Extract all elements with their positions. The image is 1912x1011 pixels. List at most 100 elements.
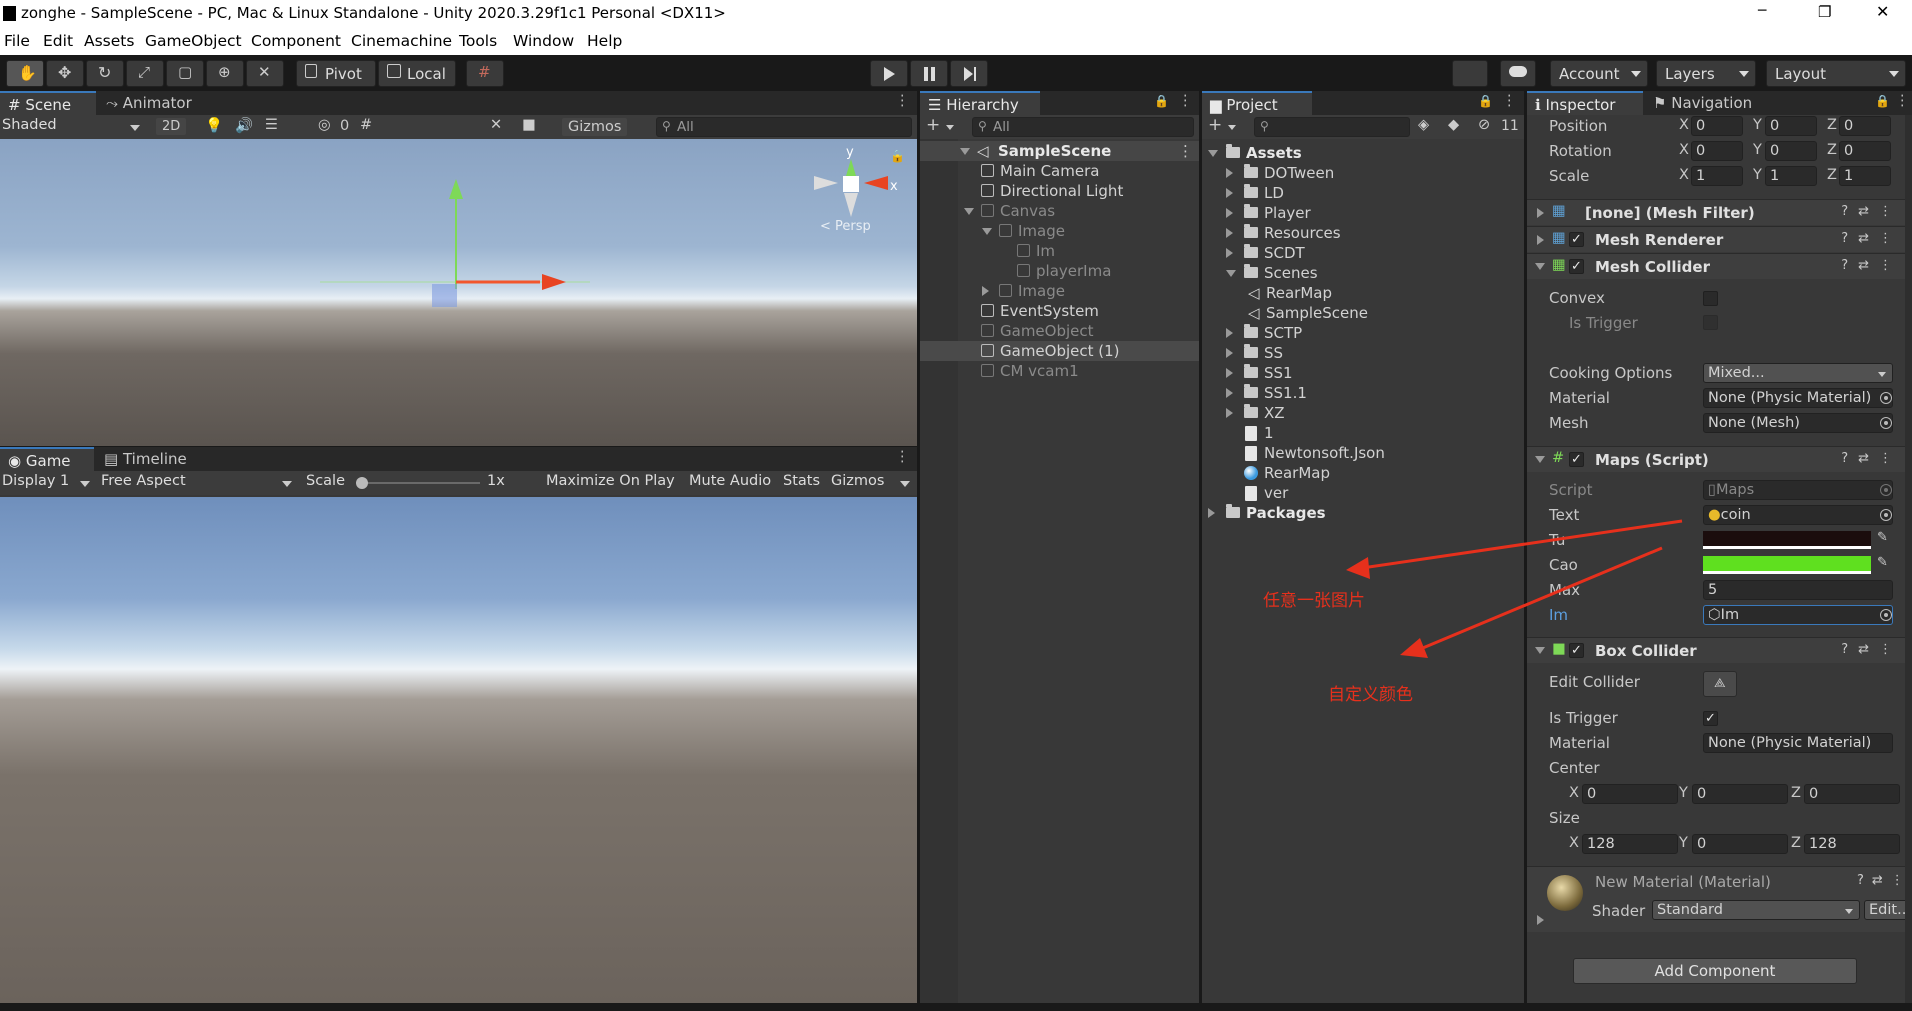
pause-button[interactable] xyxy=(910,60,948,87)
mesh-field[interactable]: None (Mesh) xyxy=(1703,413,1893,433)
camera-icon[interactable]: ■ xyxy=(522,117,536,133)
menu-gameobject[interactable]: GameObject xyxy=(145,32,242,50)
expand-arrow-icon[interactable] xyxy=(1226,248,1233,258)
shader-dropdown[interactable]: Standard xyxy=(1652,900,1860,920)
expand-arrow-icon[interactable] xyxy=(1535,263,1545,270)
hierarchy-item[interactable]: Directional Light xyxy=(920,181,1199,201)
hierarchy-item[interactable]: Canvas xyxy=(920,201,1199,221)
expand-arrow-icon[interactable] xyxy=(1226,388,1233,398)
object-picker-icon[interactable] xyxy=(1880,609,1892,621)
size-z-field[interactable]: 128 xyxy=(1804,834,1900,854)
layout-dropdown[interactable]: Layout xyxy=(1766,60,1906,87)
add-component-button[interactable]: Add Component xyxy=(1573,958,1857,984)
project-item[interactable]: Newtonsoft.Json xyxy=(1202,443,1524,463)
audio-icon[interactable]: 🔊 xyxy=(235,117,253,134)
mesh-collider-header[interactable]: ▦ ✓ Mesh Collider ?⇄⋮ xyxy=(1527,253,1912,279)
tab-game[interactable]: ◉ Game xyxy=(0,447,94,471)
project-search-input[interactable]: ⚲ xyxy=(1254,117,1410,137)
aspect-dropdown[interactable]: Free Aspect xyxy=(101,473,186,489)
minimize-button[interactable]: ─ xyxy=(1758,3,1766,19)
expand-arrow-icon[interactable] xyxy=(1226,168,1233,178)
panel-menu-icon[interactable]: ⋮ xyxy=(895,93,910,109)
account-dropdown[interactable]: Account xyxy=(1550,60,1648,87)
collab-button[interactable] xyxy=(1452,60,1488,87)
effects-icon[interactable]: ☰ xyxy=(265,117,278,133)
component-header-icons[interactable]: ?⇄⋮ xyxy=(1841,231,1902,246)
scene-gizmos-button[interactable]: Gizmos xyxy=(562,118,628,136)
move-tool-button[interactable]: ✥ xyxy=(46,60,84,87)
rotation-z-field[interactable]: 0 xyxy=(1839,141,1891,161)
game-gizmos-button[interactable]: Gizmos xyxy=(831,473,884,489)
pivot-button[interactable]: Pivot xyxy=(296,60,376,87)
scene-menu-icon[interactable]: ⋮ xyxy=(1178,142,1193,160)
stats-toggle[interactable]: Stats xyxy=(783,473,820,489)
maps-script-header[interactable]: # ✓ Maps (Script) ?⇄⋮ xyxy=(1527,446,1912,472)
box-collider-enabled-checkbox[interactable]: ✓ xyxy=(1569,643,1584,658)
scene-viewport[interactable]: y x < Persp 🔒 xyxy=(0,139,917,446)
project-item[interactable]: ◁ SampleScene xyxy=(1202,303,1524,323)
cooking-options-dropdown[interactable]: Mixed... xyxy=(1703,363,1893,383)
expand-arrow-icon[interactable] xyxy=(1226,208,1233,218)
menu-file[interactable]: File xyxy=(4,32,30,50)
cloud-button[interactable] xyxy=(1500,60,1536,87)
display-dropdown[interactable]: Display 1 xyxy=(2,473,69,489)
convex-checkbox[interactable] xyxy=(1703,291,1718,306)
panel-menu-icon[interactable]: ⋮ xyxy=(1502,93,1517,109)
rotation-y-field[interactable]: 0 xyxy=(1765,141,1817,161)
play-button[interactable] xyxy=(870,60,908,87)
hierarchy-item[interactable]: GameObject (1) xyxy=(920,341,1199,361)
search-by-label-icon[interactable]: ◆ xyxy=(1448,117,1459,133)
close-button[interactable]: ✕ xyxy=(1876,2,1889,21)
tools-icon[interactable]: ✕ xyxy=(490,117,502,133)
text-sprite-field[interactable]: ●coin xyxy=(1703,505,1893,525)
expand-arrow-icon[interactable] xyxy=(1226,408,1233,418)
expand-arrow-icon[interactable] xyxy=(1537,915,1544,925)
scale-tool-button[interactable]: ⤢ xyxy=(126,60,164,87)
hierarchy-item[interactable]: Main Camera xyxy=(920,161,1199,181)
position-y-field[interactable]: 0 xyxy=(1765,116,1817,136)
scale-x-field[interactable]: 1 xyxy=(1691,166,1743,186)
step-button[interactable] xyxy=(950,60,988,87)
position-z-field[interactable]: 0 xyxy=(1839,116,1891,136)
maximize-on-play-toggle[interactable]: Maximize On Play xyxy=(546,473,675,489)
menu-component[interactable]: Component xyxy=(251,32,341,50)
hierarchy-item[interactable]: EventSystem xyxy=(920,301,1199,321)
expand-arrow-icon[interactable] xyxy=(1226,188,1233,198)
component-header-icons[interactable]: ?⇄⋮ xyxy=(1841,258,1902,273)
expand-arrow-icon[interactable] xyxy=(1535,647,1545,654)
menu-window[interactable]: Window xyxy=(513,32,574,50)
search-by-type-icon[interactable]: ◈ xyxy=(1418,117,1429,133)
tu-color-field[interactable] xyxy=(1703,531,1871,549)
tab-animator[interactable]: ⤳ Animator xyxy=(98,91,208,115)
grid-snap-button[interactable]: # xyxy=(466,60,504,87)
mesh-renderer-enabled-checkbox[interactable]: ✓ xyxy=(1569,232,1584,247)
hierarchy-item[interactable]: playerIma xyxy=(920,261,1199,281)
hidden-objects-icon[interactable]: ◎ xyxy=(318,117,331,133)
create-plus-icon[interactable]: + xyxy=(1208,115,1222,135)
project-item[interactable]: SS1.1 xyxy=(1202,383,1524,403)
expand-arrow-icon[interactable] xyxy=(1226,368,1233,378)
expand-arrow-icon[interactable] xyxy=(964,208,974,215)
expand-arrow-icon[interactable] xyxy=(1226,270,1236,277)
component-header-icons[interactable]: ?⇄⋮ xyxy=(1841,204,1902,219)
mesh-renderer-header[interactable]: ▦ ✓ Mesh Renderer ?⇄⋮ xyxy=(1527,226,1912,252)
expand-arrow-icon[interactable] xyxy=(1208,508,1215,518)
create-plus-icon[interactable]: + xyxy=(926,115,940,135)
scene-search-input[interactable]: All ⚲ xyxy=(656,117,912,137)
expand-arrow-icon[interactable] xyxy=(1535,456,1545,463)
tab-inspector[interactable]: ℹ Inspector xyxy=(1527,91,1643,115)
custom-tool-button[interactable]: ✕ xyxy=(246,60,284,87)
expand-arrow-icon[interactable] xyxy=(1226,328,1233,338)
edit-collider-button[interactable]: ⟁ xyxy=(1703,671,1737,697)
center-x-field[interactable]: 0 xyxy=(1582,784,1678,804)
menu-edit[interactable]: Edit xyxy=(43,32,73,50)
project-item[interactable]: Scenes xyxy=(1202,263,1524,283)
scale-slider-knob[interactable] xyxy=(356,477,368,489)
transform-tool-button[interactable]: ⊕ xyxy=(206,60,244,87)
menu-tools[interactable]: Tools xyxy=(459,32,497,50)
hierarchy-search-input[interactable]: All ⚲ xyxy=(972,117,1194,137)
tab-scene[interactable]: # Scene xyxy=(0,91,96,115)
expand-arrow-icon[interactable] xyxy=(982,228,992,235)
projection-label[interactable]: < Persp xyxy=(820,219,871,234)
project-item[interactable]: ver xyxy=(1202,483,1524,503)
